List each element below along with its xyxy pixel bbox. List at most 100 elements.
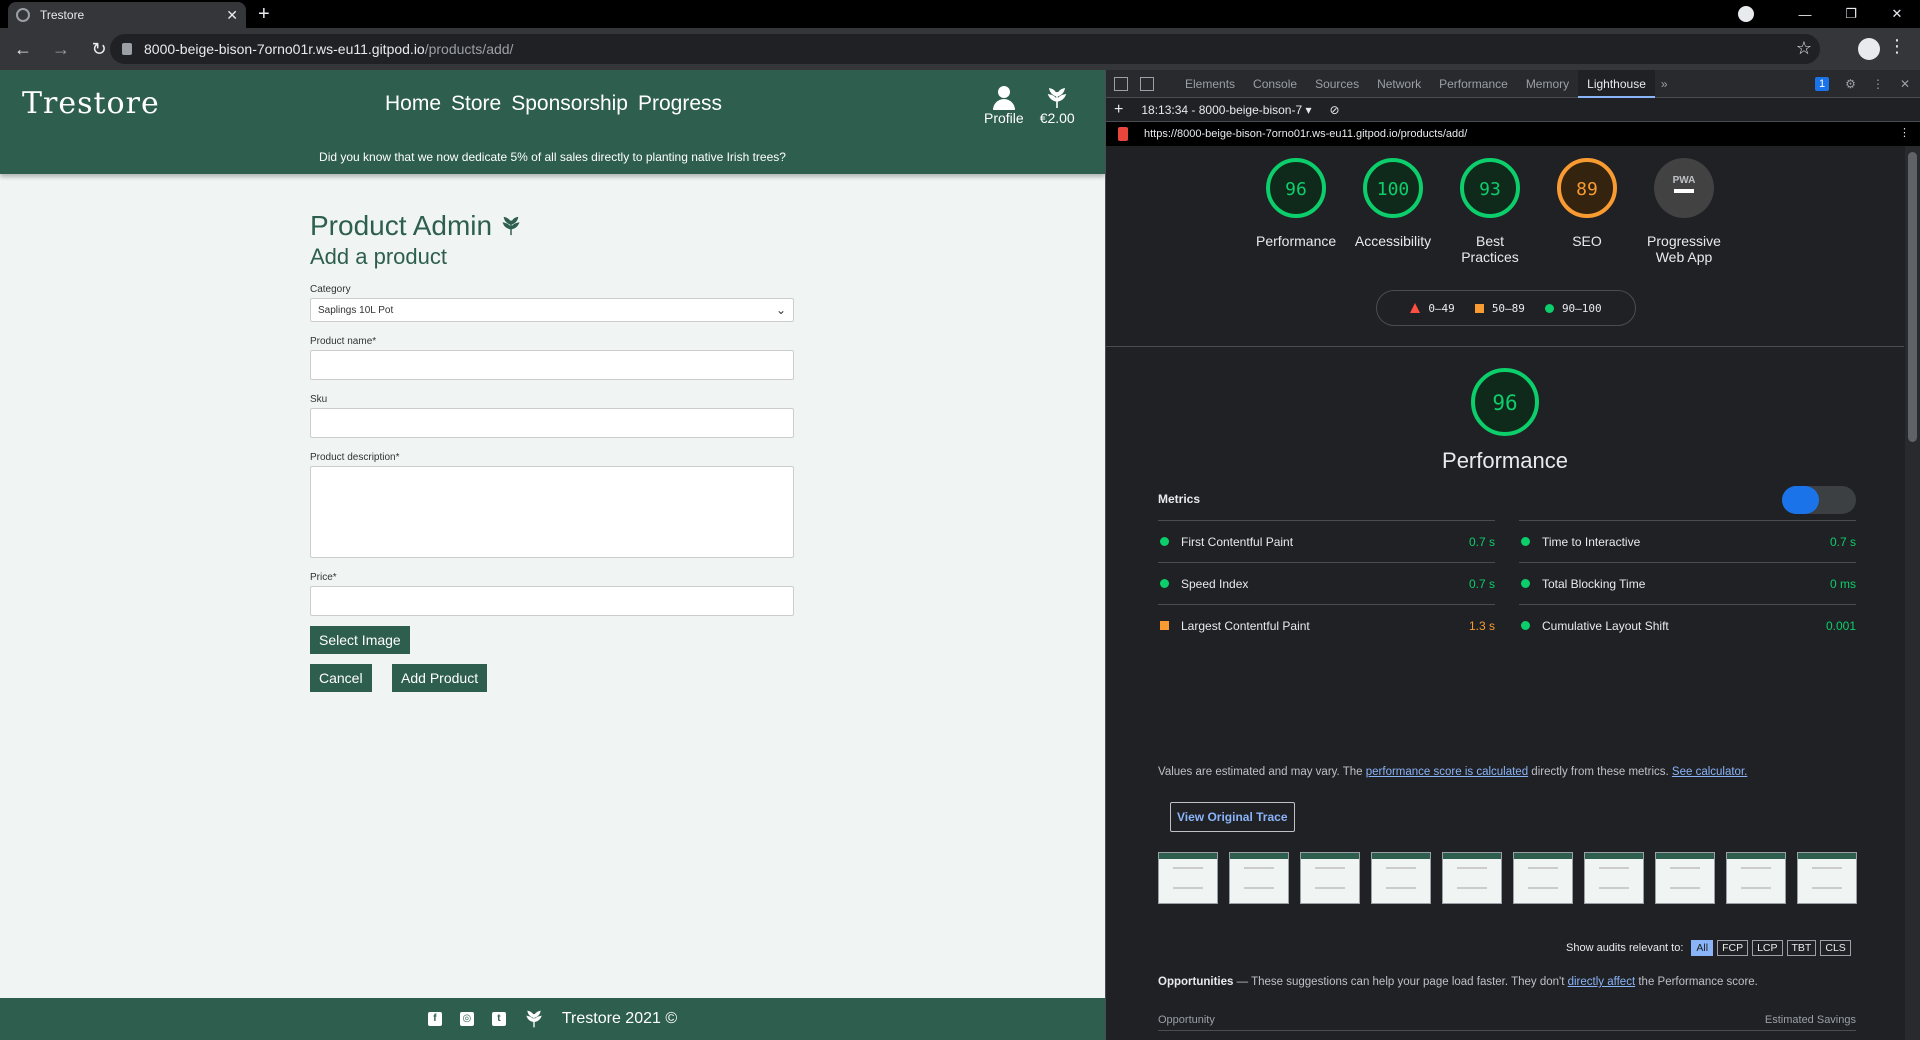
report-selector[interactable]: 18:13:34 - 8000-beige-bison-7 ▾ — [1141, 103, 1311, 117]
gauge-best-practices[interactable]: 93 Best Practices — [1450, 156, 1530, 265]
select-image-button[interactable]: Select Image — [310, 626, 410, 654]
new-report-icon[interactable]: + — [1114, 101, 1123, 119]
category-select[interactable]: Saplings 10L Pot ⌄ — [310, 298, 794, 322]
metric-value: 1.3 s — [1468, 618, 1495, 633]
add-product-button[interactable]: Add Product — [392, 664, 488, 692]
browser-menu-icon[interactable]: ⋮ — [1888, 36, 1906, 57]
promo-banner: Did you know that we now dedicate 5% of … — [319, 150, 786, 164]
metric-row: Cumulative Layout Shift 0.001 — [1519, 604, 1856, 646]
filmstrip-frame — [1300, 852, 1360, 904]
twitter-icon[interactable]: t — [491, 1012, 506, 1026]
url-host: 8000-beige-bison-7orno01r.ws-eu11.gitpod… — [144, 41, 425, 57]
site-header: Trestore Home Store Sponsorship Progress… — [0, 70, 1105, 174]
main-nav: Home Store Sponsorship Progress — [385, 92, 722, 116]
gauge-accessibility[interactable]: 100 Accessibility — [1353, 156, 1433, 265]
average-square-icon — [1474, 303, 1484, 313]
metrics-view-toggle[interactable] — [1782, 486, 1856, 514]
inspect-element-icon[interactable] — [1114, 76, 1128, 91]
tab-sources[interactable]: Sources — [1306, 70, 1368, 98]
back-button[interactable]: ← — [8, 39, 38, 60]
score-ring: 96 — [1266, 158, 1326, 218]
metric-name: Largest Contentful Paint — [1181, 618, 1310, 633]
scrollbar-thumb[interactable] — [1908, 152, 1917, 442]
score-ring: 100 — [1363, 158, 1423, 218]
profile-label: Profile — [984, 110, 1024, 126]
chip-tbt[interactable]: TBT — [1786, 940, 1817, 956]
chip-all[interactable]: All — [1691, 940, 1714, 956]
issues-badge[interactable]: 1 — [1815, 76, 1830, 91]
opportunity-row[interactable]: Eliminate render-blocking resources0.36 … — [1158, 1030, 1856, 1040]
tab-performance[interactable]: Performance — [1430, 70, 1517, 98]
new-tab-button[interactable]: + — [258, 4, 270, 24]
see-calculator-link[interactable]: See calculator. — [1672, 766, 1747, 778]
tab-memory[interactable]: Memory — [1517, 70, 1578, 98]
note-text: directly from these metrics. — [1528, 766, 1672, 778]
report-menu-icon[interactable]: ⋮ — [1899, 126, 1910, 139]
sku-input[interactable] — [310, 408, 794, 438]
forward-button[interactable]: → — [46, 39, 76, 60]
chip-cls[interactable]: CLS — [1820, 940, 1851, 956]
svg-text:96: 96 — [1285, 179, 1307, 200]
metric-name: Total Blocking Time — [1542, 576, 1646, 591]
pass-circle-icon — [1544, 303, 1554, 313]
bag-link[interactable]: €2.00 — [1040, 86, 1075, 126]
download-icon[interactable] — [1738, 6, 1754, 22]
profile-link[interactable]: Profile — [984, 86, 1024, 126]
restore-button[interactable]: ❐ — [1828, 6, 1874, 22]
chip-lcp[interactable]: LCP — [1752, 940, 1783, 956]
gauge-pwa[interactable]: PWA Progressive Web App — [1644, 156, 1724, 265]
close-devtools-icon[interactable]: ✕ — [1900, 77, 1910, 91]
metrics-grid: First Contentful Paint 0.7 s Time to Inter… — [1158, 520, 1856, 646]
instagram-icon[interactable]: ◎ — [459, 1012, 474, 1026]
filmstrip-frame — [1726, 852, 1786, 904]
opportunities-header: Opportunity Estimated Savings — [1158, 1014, 1856, 1026]
close-window-button[interactable]: ✕ — [1874, 6, 1920, 22]
tab-console[interactable]: Console — [1244, 70, 1306, 98]
toggle-on-state — [1782, 486, 1819, 514]
minimize-button[interactable]: — — [1782, 7, 1828, 22]
directly-affect-link[interactable]: directly affect — [1568, 976, 1636, 988]
chip-fcp[interactable]: FCP — [1717, 940, 1749, 956]
gauge-label: Progressive Web App — [1647, 233, 1721, 265]
description-textarea[interactable] — [310, 466, 794, 558]
note-text: Values are estimated and may vary. The — [1158, 766, 1366, 778]
site-logo[interactable]: Trestore — [22, 86, 160, 121]
profile-avatar-icon[interactable] — [1858, 38, 1880, 60]
score-gauges: 96 Performance 100 Accessibility 93 Best… — [1256, 156, 1724, 265]
device-toolbar-icon[interactable] — [1140, 76, 1154, 91]
nav-store[interactable]: Store — [451, 92, 501, 116]
gauge-performance[interactable]: 96 Performance — [1256, 156, 1336, 265]
gauge-label: Performance — [1256, 233, 1337, 249]
user-icon — [992, 86, 1016, 110]
nav-progress[interactable]: Progress — [638, 92, 722, 116]
lighthouse-toolbar: + 18:13:34 - 8000-beige-bison-7 ▾ ⊘ — [1106, 98, 1920, 122]
col-savings: Estimated Savings — [1764, 1014, 1856, 1026]
tab-lighthouse[interactable]: Lighthouse — [1578, 70, 1655, 98]
price-input[interactable] — [310, 586, 794, 616]
browser-tab[interactable]: Trestore ✕ — [8, 2, 246, 28]
tab-network[interactable]: Network — [1368, 70, 1430, 98]
price-label: Price* — [310, 572, 337, 583]
gear-icon[interactable]: ⚙ — [1845, 77, 1856, 91]
close-tab-icon[interactable]: ✕ — [226, 7, 238, 24]
pass-circle-icon — [1160, 579, 1169, 588]
url-bar[interactable]: 8000-beige-bison-7orno01r.ws-eu11.gitpod… — [110, 34, 1820, 64]
nav-home[interactable]: Home — [385, 92, 441, 116]
view-original-trace-button[interactable]: View Original Trace — [1170, 802, 1295, 832]
product-name-input[interactable] — [310, 350, 794, 380]
devtools-menu-icon[interactable]: ⋮ — [1872, 77, 1884, 91]
clear-icon[interactable]: ⊘ — [1329, 103, 1339, 117]
score-ring: 93 — [1460, 158, 1520, 218]
product-name-label: Product name* — [310, 336, 377, 347]
more-tabs-icon[interactable]: » — [1655, 77, 1668, 91]
facebook-icon[interactable]: f — [427, 1012, 442, 1026]
bookmark-star-icon[interactable]: ☆ — [1796, 38, 1812, 59]
cancel-button[interactable]: Cancel — [310, 664, 372, 692]
site-footer: f ◎ t Trestore 2021 © — [0, 998, 1105, 1040]
nav-sponsorship[interactable]: Sponsorship — [511, 92, 628, 116]
score-calculated-link[interactable]: performance score is calculated — [1366, 766, 1528, 778]
gauge-seo[interactable]: 89 SEO — [1547, 156, 1627, 265]
tab-elements[interactable]: Elements — [1176, 70, 1244, 98]
pass-circle-icon — [1521, 537, 1530, 546]
header-actions: Profile €2.00 — [984, 86, 1075, 126]
